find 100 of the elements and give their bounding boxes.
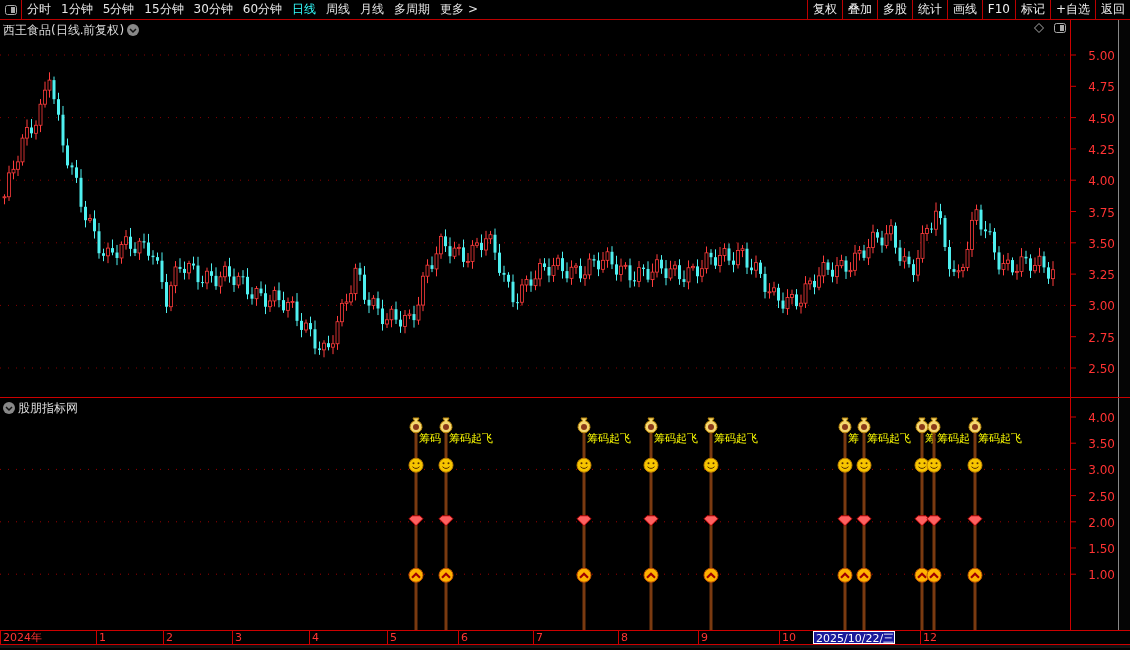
chevron-up-icon <box>926 567 942 583</box>
panel-toggle-icon[interactable] <box>1054 23 1066 33</box>
price-label: 3.50 <box>1088 236 1115 251</box>
smiley-icon <box>856 457 872 473</box>
dropdown-icon[interactable] <box>3 402 15 414</box>
date-label: 7 <box>533 631 543 644</box>
price-label: 2.50 <box>1088 362 1115 376</box>
price-label: 4.50 <box>1088 111 1115 126</box>
date-label: 6 <box>458 631 468 644</box>
smiley-icon <box>408 457 424 473</box>
toolbar-button[interactable]: 复权 <box>806 0 842 19</box>
gem-icon <box>914 515 930 527</box>
money-bag-icon <box>644 417 658 434</box>
indicator-scale-label: 1.50 <box>1088 542 1115 556</box>
indicator-scale-label: 3.50 <box>1088 437 1115 452</box>
period-tab[interactable]: 多周期 <box>389 0 436 19</box>
indicator-scale-label: 2.50 <box>1088 489 1115 504</box>
signal-label: 筹码起飞 <box>654 432 698 445</box>
price-label: 5.00 <box>1088 49 1115 63</box>
date-label: 4 <box>309 631 319 644</box>
period-tab[interactable]: 30分钟 <box>188 0 238 19</box>
toolbar-button[interactable]: 叠加 <box>841 0 877 19</box>
money-bag-icon <box>439 417 453 434</box>
chevron-up-icon <box>856 567 872 583</box>
price-label: 3.75 <box>1088 205 1115 220</box>
date-label: 1 <box>96 631 106 644</box>
price-label: 3.00 <box>1088 299 1115 314</box>
chevron-up-icon <box>703 567 719 583</box>
chevron-up-icon <box>837 567 853 583</box>
date-label: 10 <box>779 631 796 644</box>
gem-icon <box>438 515 454 527</box>
signal-label: 筹码起飞 <box>978 432 1022 445</box>
signal-label: 筹码起飞 <box>714 432 758 445</box>
money-bag-icon <box>704 417 718 434</box>
money-bag-icon <box>857 417 871 434</box>
price-label: 4.00 <box>1088 174 1115 189</box>
money-bag-icon <box>577 417 591 434</box>
indicator-title: 股朋指标网 <box>18 400 78 417</box>
gem-icon <box>703 515 719 527</box>
indicator-scale-label: 3.00 <box>1088 463 1115 478</box>
gem-icon <box>926 515 942 527</box>
period-tab[interactable]: 周线 <box>321 0 356 19</box>
date-label: 8 <box>618 631 628 644</box>
period-tab[interactable]: 60分钟 <box>237 0 288 19</box>
smiley-icon <box>643 457 659 473</box>
signal-label: 筹码起 <box>937 432 970 445</box>
toolbar-button[interactable]: 标记 <box>1014 0 1050 19</box>
chevron-up-icon <box>408 567 424 583</box>
date-label: 12 <box>920 631 937 644</box>
chevron-up-icon <box>967 567 983 583</box>
chart-title: 西王食品(日线.前复权) <box>3 22 125 39</box>
chevron-up-icon <box>438 567 454 583</box>
indicator-scale-label: 1.00 <box>1088 568 1115 583</box>
toolbar-button[interactable]: +自选 <box>1049 0 1095 19</box>
toolbar-button[interactable]: 统计 <box>911 0 947 19</box>
smiley-icon <box>926 457 942 473</box>
indicator-scale-label: 4.00 <box>1088 411 1115 425</box>
toolbar-button[interactable]: 返回 <box>1095 0 1130 19</box>
date-label: 2025/10/22/三 <box>813 631 896 644</box>
more-button[interactable]: 更多 > <box>435 0 483 19</box>
indicator-scale-label: 2.00 <box>1088 515 1115 530</box>
smiley-icon <box>438 457 454 473</box>
date-label: 2 <box>163 631 173 644</box>
date-label: 2024年 <box>0 631 42 644</box>
period-tab[interactable]: 日线 <box>287 0 322 19</box>
smiley-icon <box>837 457 853 473</box>
smiley-icon <box>576 457 592 473</box>
price-label: 4.25 <box>1088 142 1115 157</box>
money-bag-icon <box>915 417 929 434</box>
toolbar-button[interactable]: F10 <box>981 0 1015 19</box>
gem-icon <box>643 515 659 527</box>
chevron-up-icon <box>576 567 592 583</box>
signal-label: 筹码 <box>419 432 441 445</box>
gem-icon <box>856 515 872 527</box>
gem-icon <box>408 515 424 527</box>
signal-label: 筹码起飞 <box>587 432 631 445</box>
money-bag-icon <box>838 417 852 434</box>
date-label: 5 <box>387 631 397 644</box>
money-bag-icon <box>409 417 423 434</box>
price-label: 2.75 <box>1088 330 1115 345</box>
gem-icon <box>837 515 853 527</box>
dropdown-icon[interactable] <box>127 24 140 36</box>
period-tab[interactable]: 1分钟 <box>56 0 98 19</box>
toolbar-button[interactable]: 多股 <box>876 0 912 19</box>
chevron-up-icon <box>643 567 659 583</box>
toolbar-button[interactable]: 画线 <box>946 0 982 19</box>
smiley-icon <box>703 457 719 473</box>
period-tab[interactable]: 5分钟 <box>97 0 140 19</box>
signal-label: 筹码起飞 <box>867 432 911 445</box>
signal-label: 筹码起飞 <box>449 432 493 445</box>
period-tab[interactable]: 15分钟 <box>139 0 189 19</box>
panel-toggle-icon[interactable] <box>4 4 17 15</box>
gem-icon <box>576 515 592 527</box>
diamond-icon[interactable] <box>1034 23 1044 33</box>
smiley-icon <box>967 457 983 473</box>
period-tab[interactable]: 分时 <box>22 0 56 19</box>
signal-label: 筹 <box>848 432 859 445</box>
price-label: 3.25 <box>1088 268 1115 283</box>
date-label: 3 <box>232 631 242 644</box>
period-tab[interactable]: 月线 <box>355 0 390 19</box>
